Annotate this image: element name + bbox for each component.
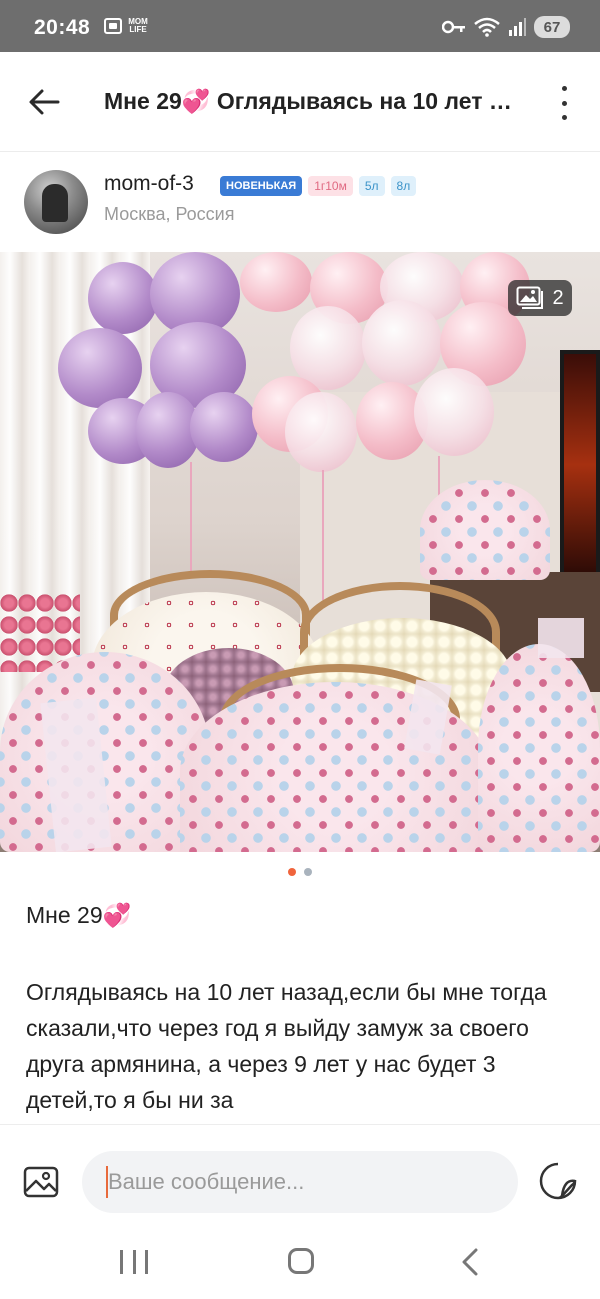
post-photo[interactable]: 2 xyxy=(0,252,600,852)
home-icon[interactable] xyxy=(288,1248,314,1274)
screen-record-icon xyxy=(104,18,122,34)
photo-pagination xyxy=(0,868,600,876)
post-author: mom-of-3 НОВЕНЬКАЯ 1г10м 5л 8л Москва, Р… xyxy=(0,152,600,252)
back-arrow-icon[interactable] xyxy=(24,82,64,122)
pagination-dot-active[interactable] xyxy=(288,868,296,876)
author-name[interactable]: mom-of-3 xyxy=(104,172,194,196)
image-icon[interactable] xyxy=(22,1163,60,1201)
app-header: Мне 29💞 Оглядываясь на 10 лет назад,если… xyxy=(0,52,600,152)
wifi-icon xyxy=(474,17,500,37)
recents-icon[interactable] xyxy=(120,1250,148,1274)
badge-child-age: 1г10м xyxy=(308,176,353,196)
badge-newbie: НОВЕНЬКАЯ xyxy=(220,176,303,196)
badge-child-age: 8л xyxy=(390,176,417,196)
signal-icon xyxy=(509,18,526,36)
message-composer xyxy=(0,1124,600,1240)
message-input[interactable] xyxy=(82,1151,518,1213)
sticker-icon[interactable] xyxy=(538,1161,578,1201)
author-location: Москва, Россия xyxy=(104,204,235,224)
page-title: Мне 29💞 Оглядываясь на 10 лет назад,если… xyxy=(104,88,524,114)
status-left-icons: MOM LIFE xyxy=(104,18,148,34)
avatar[interactable] xyxy=(24,170,88,234)
status-bar: 20:48 MOM LIFE 67 xyxy=(0,0,600,52)
photo-count: 2 xyxy=(552,286,564,309)
pagination-dot[interactable] xyxy=(304,868,312,876)
post-body: Оглядываясь на 10 лет назад,если бы мне … xyxy=(26,979,547,1113)
system-navbar xyxy=(0,1240,600,1299)
battery-indicator: 67 xyxy=(534,16,570,38)
more-options-icon[interactable] xyxy=(554,86,574,120)
status-time: 20:48 xyxy=(34,16,91,39)
text-cursor xyxy=(106,1166,108,1198)
author-badges: НОВЕНЬКАЯ 1г10м 5л 8л xyxy=(220,176,417,196)
badge-child-age: 5л xyxy=(358,176,385,196)
mom-life-icon: MOM LIFE xyxy=(128,17,148,34)
status-right-icons: 67 xyxy=(442,16,570,38)
key-icon xyxy=(442,20,465,34)
post-title: Мне 29💞 xyxy=(26,902,132,928)
back-icon[interactable] xyxy=(458,1248,482,1276)
image-gallery-icon xyxy=(516,286,544,309)
photo-counter: 2 xyxy=(508,280,572,316)
